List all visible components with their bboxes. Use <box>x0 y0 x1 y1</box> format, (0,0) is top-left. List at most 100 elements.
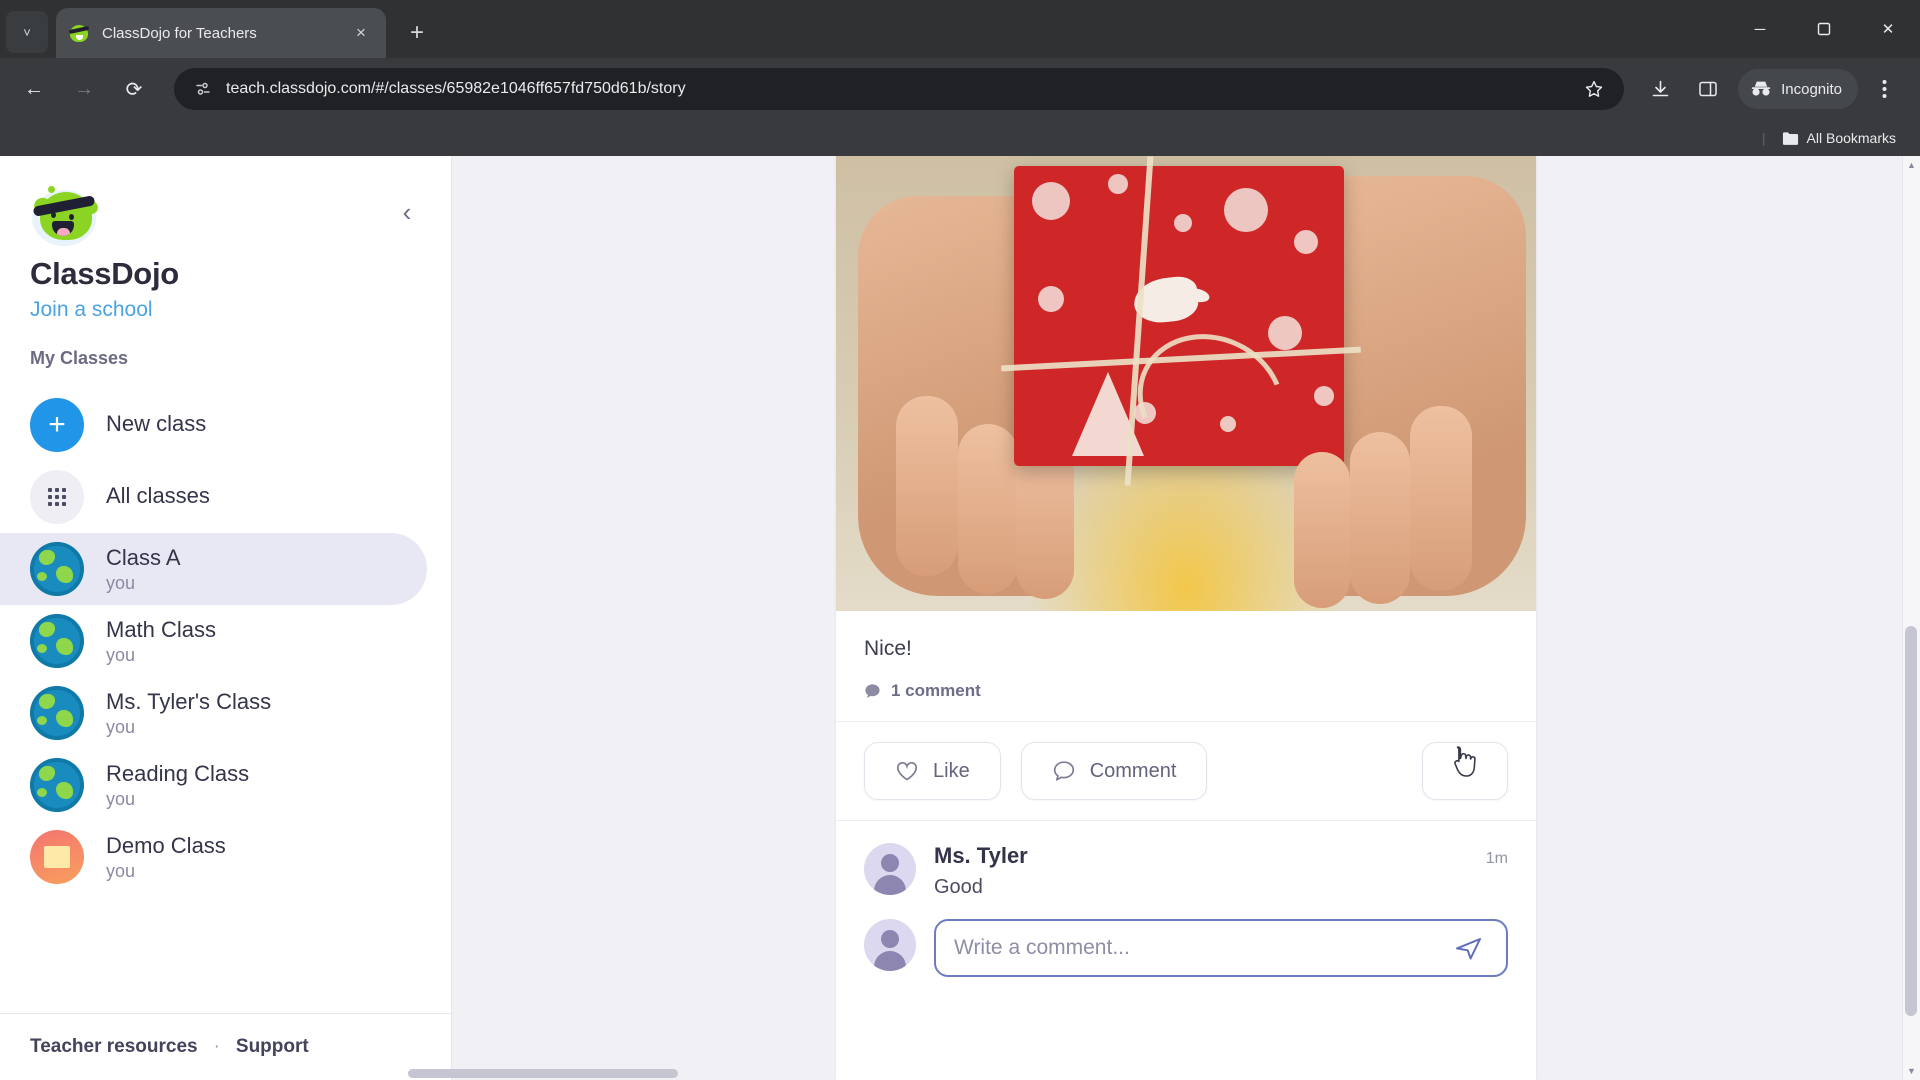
maximize-button[interactable] <box>1792 0 1856 58</box>
all-bookmarks-button[interactable]: All Bookmarks <box>1776 126 1902 150</box>
tab-title: ClassDojo for Teachers <box>102 24 257 42</box>
horizontal-scrollbar-thumb[interactable] <box>408 1069 678 1078</box>
comment-label: Comment <box>1089 759 1177 782</box>
vertical-scrollbar[interactable]: ▲ ▼ <box>1902 156 1920 1080</box>
comment-author: Ms. Tyler <box>934 843 1028 868</box>
footer-separator: · <box>213 1036 220 1057</box>
post-body: Nice! 1 comment <box>836 611 1536 721</box>
browser-menu-icon[interactable] <box>1862 67 1906 111</box>
comment-bubble-icon <box>865 683 880 698</box>
comment-text: Good <box>934 876 983 898</box>
sidebar-item-demo-class[interactable]: Demo Class you <box>0 821 427 893</box>
download-icon[interactable] <box>1638 67 1682 111</box>
url-text[interactable]: teach.classdojo.com/#/classes/65982e1046… <box>226 80 1580 98</box>
bookmarks-bar: | All Bookmarks <box>0 120 1920 156</box>
class-list: + New class All classes Class A you Math… <box>0 381 451 1013</box>
like-label: Like <box>933 759 970 782</box>
site-settings-icon[interactable] <box>190 76 216 102</box>
address-bar[interactable]: teach.classdojo.com/#/classes/65982e1046… <box>174 68 1625 110</box>
back-button[interactable]: ← <box>14 69 54 109</box>
new-tab-button[interactable]: + <box>398 14 436 52</box>
sidebar: ‹ ClassDojo Join a school My Classes + N… <box>0 156 452 1080</box>
browser-window: ˅ ClassDojo for Teachers × + ─ ✕ ← → ⟳ t… <box>0 0 1920 1080</box>
window-controls: ─ ✕ <box>1728 0 1920 58</box>
horizontal-scrollbar[interactable] <box>0 1066 1920 1080</box>
globe-icon <box>30 542 84 596</box>
post-text: Nice! <box>864 637 912 660</box>
sidebar-item-new-class[interactable]: + New class <box>0 389 427 461</box>
globe-icon <box>30 686 84 740</box>
sidebar-item-math-class[interactable]: Math Class you <box>0 605 427 677</box>
folder-icon <box>1782 131 1798 145</box>
tab-search-button[interactable]: ˅ <box>6 11 48 53</box>
sidebar-item-sublabel: you <box>106 788 136 809</box>
sidebar-item-label: New class <box>106 411 207 436</box>
comment-bubble-icon <box>1053 760 1074 781</box>
incognito-indicator[interactable]: Incognito <box>1738 69 1858 109</box>
close-window-button[interactable]: ✕ <box>1856 0 1920 58</box>
reload-button[interactable]: ⟳ <box>114 69 154 109</box>
book-icon <box>30 830 84 884</box>
bookmark-star-icon[interactable] <box>1580 75 1608 103</box>
close-tab-icon[interactable]: × <box>348 20 374 46</box>
grid-icon <box>30 470 84 524</box>
globe-icon <box>30 614 84 668</box>
comment-list: Ms. Tyler 1m Good <box>836 820 1536 1080</box>
post-image[interactable] <box>836 156 1536 611</box>
sidebar-item-all-classes[interactable]: All classes <box>0 461 427 533</box>
sidebar-item-sublabel: you <box>106 644 136 665</box>
collapse-sidebar-icon[interactable]: ‹ <box>389 194 425 230</box>
comment-button[interactable]: Comment <box>1020 742 1208 800</box>
side-panel-icon[interactable] <box>1686 67 1730 111</box>
sidebar-item-reading-class[interactable]: Reading Class you <box>0 749 427 821</box>
browser-tab[interactable]: ClassDojo for Teachers × <box>56 8 386 58</box>
post-actions: Like Comment <box>836 721 1536 820</box>
all-bookmarks-label: All Bookmarks <box>1806 130 1896 146</box>
comment-count[interactable]: 1 comment <box>864 681 1508 721</box>
comment-input[interactable] <box>954 936 1448 960</box>
story-feed: Nice! 1 comment Like Comment Ms. Tyler 1… <box>452 156 1920 1080</box>
sidebar-item-label: Ms. Tyler's Class <box>106 688 272 714</box>
sidebar-item-label: Math Class <box>106 616 217 642</box>
scroll-up-arrow[interactable]: ▲ <box>1903 156 1920 174</box>
comment-composer <box>864 919 1508 987</box>
sidebar-item-ms-tylers-class[interactable]: Ms. Tyler's Class you <box>0 677 427 749</box>
globe-icon <box>30 758 84 812</box>
minimize-button[interactable]: ─ <box>1728 0 1792 58</box>
comment-input-wrapper[interactable] <box>934 919 1508 977</box>
classdojo-logo-icon <box>30 184 102 248</box>
sidebar-item-label: All classes <box>106 483 210 508</box>
teacher-resources-link[interactable]: Teacher resources <box>30 1036 198 1058</box>
my-classes-label: My Classes <box>30 348 129 368</box>
heart-icon <box>896 762 918 781</box>
incognito-hat-icon <box>1751 81 1771 96</box>
plus-circle-icon: + <box>30 398 84 452</box>
like-button[interactable]: Like <box>864 742 1001 800</box>
avatar <box>864 843 916 895</box>
incognito-label: Incognito <box>1781 80 1842 98</box>
maximize-icon <box>1817 22 1831 36</box>
chevron-down-icon: ˅ <box>23 24 31 40</box>
join-a-school-link[interactable]: Join a school <box>30 298 153 322</box>
comment-timestamp: 1m <box>1485 850 1508 867</box>
forward-button[interactable]: → <box>64 69 104 109</box>
classdojo-favicon-icon <box>68 22 90 44</box>
bookmarks-separator: | <box>1761 130 1766 146</box>
comment-count-label: 1 comment <box>891 681 981 700</box>
sidebar-item-label: Demo Class <box>106 832 226 858</box>
vertical-scrollbar-thumb[interactable] <box>1905 626 1917 1016</box>
tab-strip: ˅ ClassDojo for Teachers × + ─ ✕ <box>0 0 1920 58</box>
support-link[interactable]: Support <box>236 1036 309 1058</box>
avatar <box>864 919 916 971</box>
sidebar-item-sublabel: you <box>106 716 136 737</box>
sidebar-item-sublabel: you <box>106 860 136 881</box>
sidebar-item-sublabel: you <box>106 572 136 593</box>
send-comment-icon[interactable] <box>1448 928 1488 968</box>
sidebar-item-label: Class A <box>106 544 181 570</box>
comment-item: Ms. Tyler 1m Good <box>864 843 1508 899</box>
post-card: Nice! 1 comment Like Comment Ms. Tyler 1… <box>836 156 1536 1080</box>
more-reactions-button[interactable] <box>1422 742 1508 800</box>
sidebar-item-class-a[interactable]: Class A you <box>0 533 427 605</box>
sidebar-item-label: Reading Class <box>106 760 250 786</box>
page-content: ‹ ClassDojo Join a school My Classes + N… <box>0 156 1920 1080</box>
